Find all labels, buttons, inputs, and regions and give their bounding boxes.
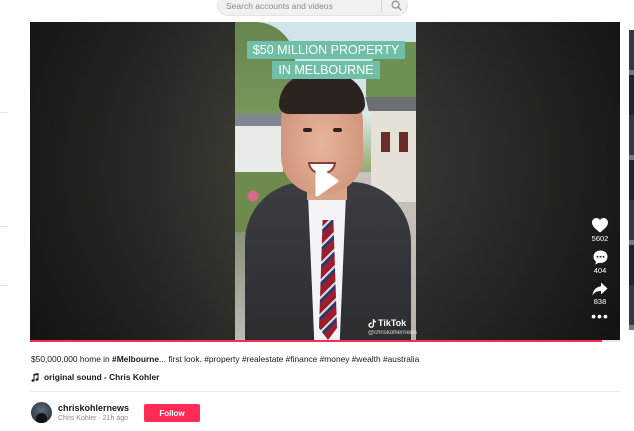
tiktok-video-page: $50 MILLION PROPERTY IN MELBOURNE TikTok…: [0, 0, 634, 431]
comment-icon: [593, 250, 607, 265]
video-overlay-caption: $50 MILLION PROPERTY IN MELBOURNE: [242, 40, 410, 80]
comment-button[interactable]: 404: [593, 250, 608, 275]
video-player[interactable]: $50 MILLION PROPERTY IN MELBOURNE TikTok…: [30, 22, 620, 340]
sound-link[interactable]: original sound - Chris Kohler: [31, 372, 159, 382]
author-username[interactable]: chriskohlernews: [58, 403, 129, 413]
edge-divider: [0, 112, 8, 113]
share-icon: [592, 282, 608, 296]
follow-button[interactable]: Follow: [144, 404, 200, 422]
overlay-caption-text: $50 MILLION PROPERTY IN MELBOURNE: [246, 41, 406, 79]
search-input[interactable]: [226, 0, 376, 14]
action-bar: 5602 404 838 •••: [583, 218, 617, 323]
adjacent-video-thumbnails[interactable]: [629, 30, 634, 330]
hashtags-links[interactable]: #property #realestate #finance #money #w…: [204, 354, 419, 364]
video-progress-fill: [30, 340, 603, 342]
watermark-brand: TikTok: [368, 318, 417, 328]
search-bar: [217, 0, 408, 16]
watermark-handle: @chriskohlernews: [368, 330, 418, 336]
avatar[interactable]: [31, 402, 52, 423]
play-icon: [315, 165, 339, 197]
like-count: 5602: [591, 234, 609, 243]
share-button[interactable]: 838: [592, 282, 608, 306]
video-progress-bar[interactable]: [30, 340, 620, 342]
edge-divider: [0, 285, 8, 286]
more-icon[interactable]: •••: [591, 309, 609, 323]
author-meta: Chris Kohler · 21h ago: [58, 415, 129, 422]
like-button[interactable]: 5602: [591, 218, 609, 243]
video-description: $50,000,000 home in #Melbourne... first …: [31, 354, 419, 364]
search-button[interactable]: [384, 0, 408, 15]
search-divider: [381, 0, 382, 12]
music-note-icon: [31, 372, 39, 382]
tiktok-watermark: TikTok @chriskohlernews: [368, 318, 417, 336]
share-count: 838: [593, 297, 607, 306]
presenter-hair: [279, 74, 365, 114]
sound-name: original sound - Chris Kohler: [44, 372, 160, 382]
presenter-eye: [303, 128, 312, 132]
hashtag-link[interactable]: #Melbourne: [112, 354, 159, 364]
edge-divider: [0, 226, 8, 227]
play-button[interactable]: [314, 164, 340, 198]
presenter-eye: [333, 128, 342, 132]
description-text: $50,000,000 home in: [31, 354, 113, 364]
search-icon: [391, 0, 402, 11]
tiktok-logo-icon: [368, 318, 376, 328]
description-text: ... first look.: [159, 354, 205, 364]
heart-icon: [592, 218, 608, 233]
comment-count: 404: [593, 266, 607, 275]
divider: [30, 391, 620, 392]
